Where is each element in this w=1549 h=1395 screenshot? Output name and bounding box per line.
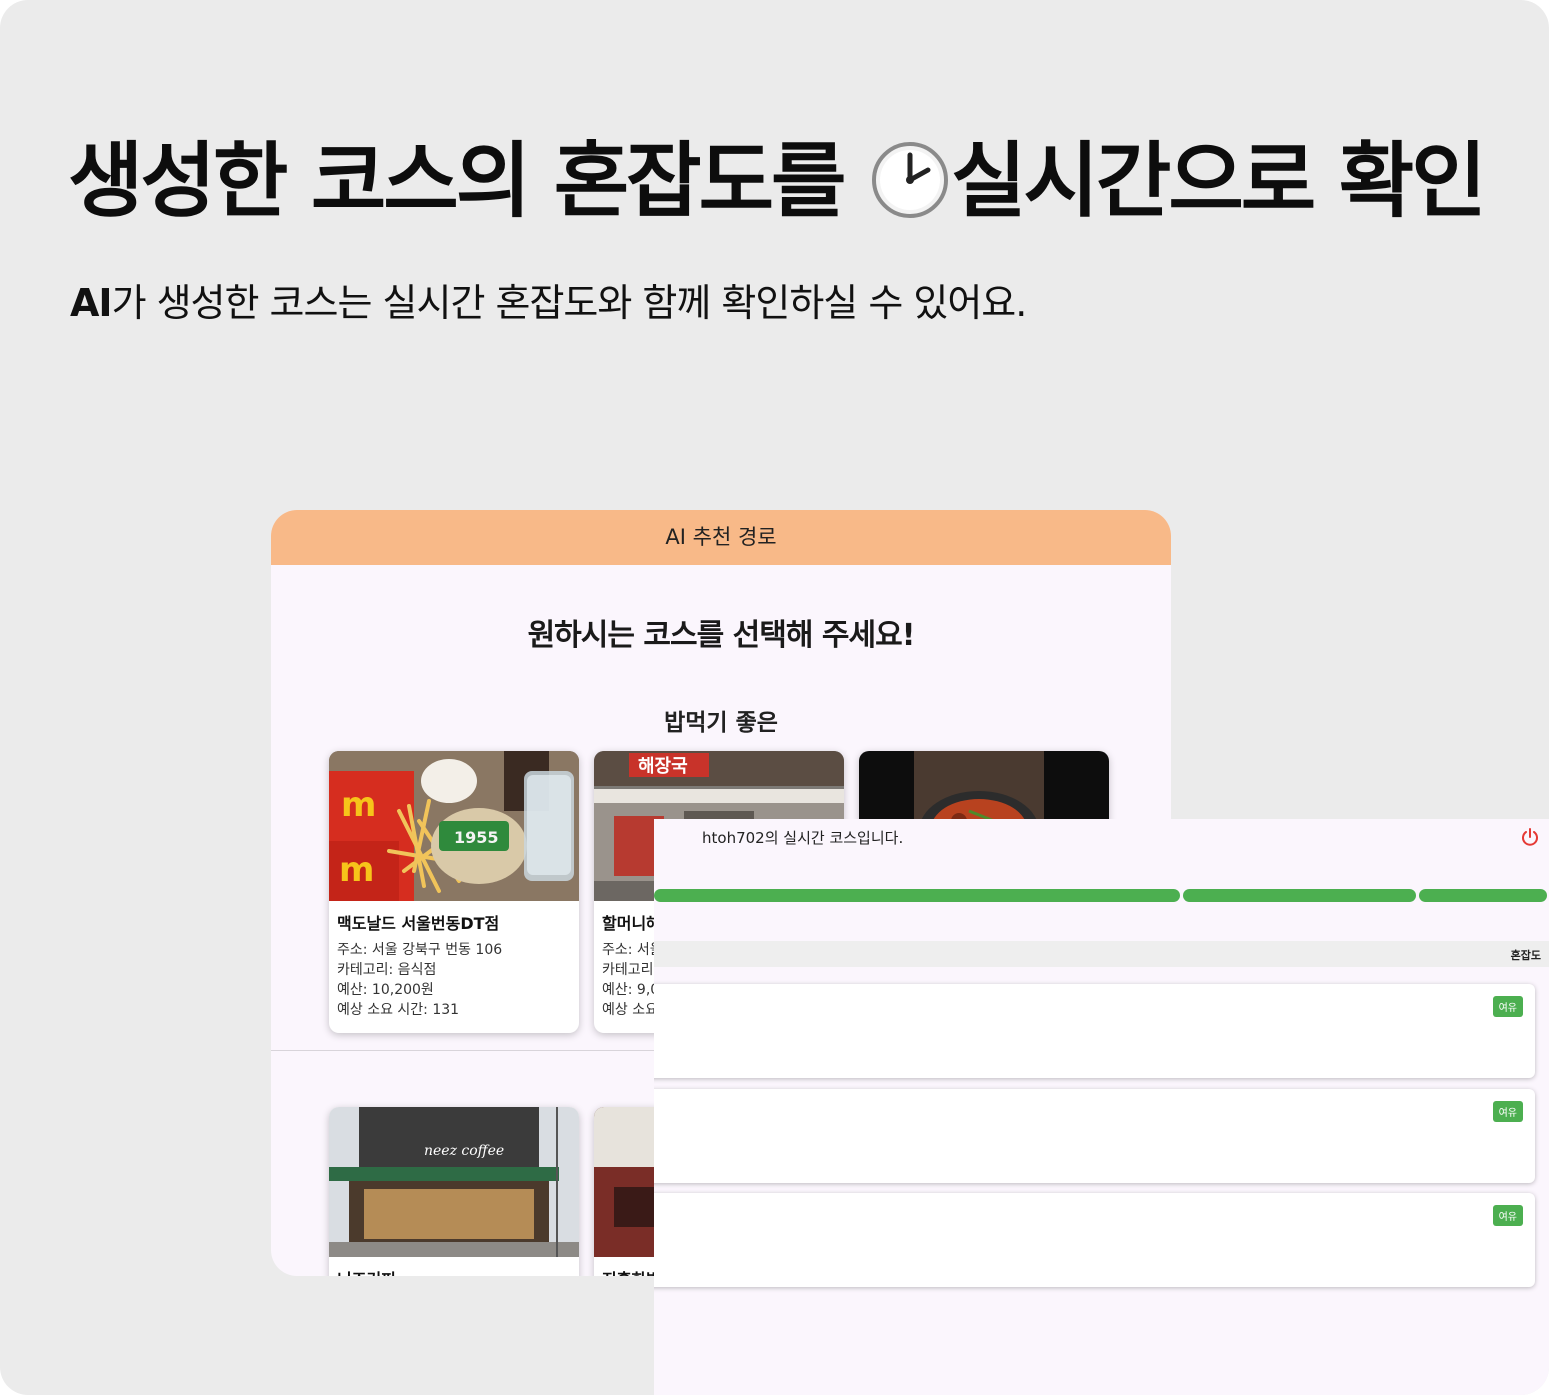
congestion-column-header: 혼잡도: [1510, 949, 1541, 962]
course-stop-row[interactable]: 여유: [654, 1089, 1535, 1183]
place-address: 주소: 서울 강북구 번동 106: [337, 942, 503, 958]
section-title: 밥먹기 좋은: [664, 710, 778, 736]
power-icon[interactable]: [1520, 827, 1540, 847]
place-photo: m m 1955: [329, 751, 579, 901]
headline: 생성한 코스의 혼잡도를 실시간으로 확인: [68, 132, 1508, 242]
place-card-mcdonalds[interactable]: m m 1955 맥도날드 서울번동DT점 주소: 서울 강북구 번동 106 …: [329, 751, 579, 1033]
course-stop-row[interactable]: 여유: [654, 984, 1535, 1078]
place-name: 니즈커피: [329, 1257, 579, 1276]
clock-icon: [871, 141, 949, 242]
place-duration: 예상 소요 시간: 131: [337, 1002, 460, 1018]
promo-canvas: 생성한 코스의 혼잡도를 실시간으로 확인 AI가 생성한 코스는 실시간 혼잡…: [0, 0, 1549, 1395]
progress-segment: [1183, 889, 1416, 902]
app-header: AI 추천 경로: [271, 510, 1171, 565]
headline-part-2: 실시간으로 확인: [951, 134, 1487, 229]
place-category: 카테고리: 음식점: [337, 962, 437, 978]
progress-segment: [654, 889, 1180, 902]
realtime-course-screen: htoh702의 실시간 코스입니다. 혼잡도 여유 여유 여유: [654, 819, 1549, 1395]
progress-segment: [1419, 889, 1547, 902]
subheadline-bold: AI: [70, 281, 113, 325]
page-title: 원하시는 코스를 선택해 주세요!: [527, 618, 916, 653]
svg-text:m: m: [339, 850, 374, 890]
place-card-neez-coffee[interactable]: neez coffee 니즈커피: [329, 1107, 579, 1276]
place-name: 맥도날드 서울번동DT점: [337, 914, 500, 933]
table-header: 혼잡도: [654, 941, 1549, 967]
shop-sign-text: neez coffee: [424, 1143, 504, 1159]
burger-box-label: 1955: [454, 828, 499, 847]
svg-text:m: m: [341, 785, 376, 825]
subheadline: AI가 생성한 코스는 실시간 혼잡도와 함께 확인하실 수 있어요.: [70, 278, 1270, 328]
shop-sign-text: 해장국: [638, 756, 688, 777]
headline-part-1: 생성한 코스의 혼잡도를: [68, 134, 870, 229]
realtime-course-title: htoh702의 실시간 코스입니다.: [702, 829, 904, 847]
congestion-badge: 여유: [1492, 1101, 1523, 1122]
congestion-badge: 여유: [1492, 996, 1523, 1017]
place-budget: 예산: 10,200원: [337, 982, 434, 998]
place-photo: neez coffee: [329, 1107, 579, 1257]
course-progress-bar: [654, 889, 1547, 902]
course-stop-row[interactable]: 여유: [654, 1193, 1535, 1287]
subheadline-text: 가 생성한 코스는 실시간 혼잡도와 함께 확인하실 수 있어요.: [111, 281, 1028, 325]
congestion-badge: 여유: [1492, 1205, 1523, 1226]
